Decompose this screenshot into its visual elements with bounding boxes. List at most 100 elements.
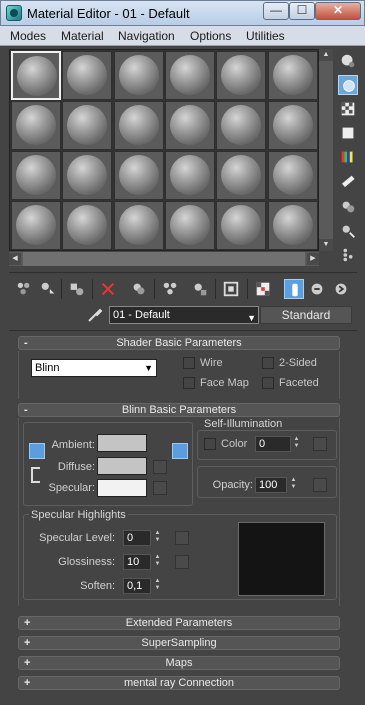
sample-slot[interactable] [11, 101, 61, 150]
rollout-shader-basic[interactable]: - Shader Basic Parameters [18, 336, 340, 350]
eyedropper-icon[interactable] [86, 306, 104, 324]
scroll-left-icon[interactable]: ◀ [9, 253, 21, 265]
rollout-collapsed[interactable]: + SuperSampling [18, 636, 340, 650]
rollout-blinn-basic[interactable]: - Blinn Basic Parameters [18, 403, 340, 417]
background-checker-icon[interactable] [338, 99, 358, 119]
put-to-scene-icon[interactable] [38, 279, 58, 299]
self-illum-color-label: Color [221, 438, 248, 450]
face-map-checkbox[interactable] [183, 377, 195, 389]
material-id-channel-icon[interactable] [221, 279, 241, 299]
specular-color-swatch[interactable] [97, 479, 147, 497]
backlight-icon[interactable] [338, 75, 358, 95]
sample-slot[interactable] [267, 101, 318, 150]
sample-slot[interactable] [267, 51, 318, 100]
diffuse-color-swatch[interactable] [97, 457, 147, 475]
reset-map-icon[interactable] [98, 279, 118, 299]
scroll-right-icon[interactable]: ▶ [307, 253, 319, 265]
scroll-up-icon[interactable]: ▲ [319, 49, 333, 61]
sample-slot[interactable] [216, 151, 267, 200]
scroll-thumb[interactable] [23, 252, 305, 266]
sample-slot[interactable] [113, 151, 164, 200]
specular-map-button[interactable] [153, 481, 167, 495]
app-icon[interactable] [6, 5, 22, 21]
self-illum-spinner-icon[interactable]: ▲ ▼ [292, 436, 301, 452]
sample-slot[interactable] [11, 51, 61, 100]
assign-to-selection-icon[interactable] [67, 279, 87, 299]
sample-slot[interactable] [267, 201, 318, 250]
make-unique-icon[interactable] [160, 279, 180, 299]
self-illum-color-checkbox[interactable] [204, 438, 216, 450]
specular-level-map-button[interactable] [175, 531, 189, 545]
two-sided-checkbox[interactable] [262, 357, 274, 369]
scroll-down-icon[interactable]: ▼ [319, 239, 333, 251]
faceted-checkbox[interactable] [262, 377, 274, 389]
shader-type-dropdown[interactable]: Blinn ▼ [31, 359, 157, 377]
make-preview-icon[interactable] [338, 171, 358, 191]
glossiness-input[interactable]: 10 [123, 554, 151, 570]
options-icon[interactable] [338, 197, 358, 217]
go-to-parent-icon[interactable] [307, 279, 327, 299]
rollout-collapsed[interactable]: + Maps [18, 656, 340, 670]
show-end-result-icon[interactable] [284, 279, 304, 299]
glossiness-spinner-icon[interactable]: ▲ ▼ [153, 554, 162, 570]
wire-checkbox[interactable] [183, 357, 195, 369]
glossiness-map-button[interactable] [175, 555, 189, 569]
maximize-button[interactable]: ☐ [289, 2, 315, 20]
close-button[interactable]: ✕ [315, 2, 361, 20]
make-copy-icon[interactable] [129, 279, 149, 299]
video-color-check-icon[interactable] [338, 147, 358, 167]
sample-slot[interactable] [216, 101, 267, 150]
sample-slot[interactable] [216, 51, 267, 100]
menu-modes[interactable]: Modes [10, 29, 46, 43]
soften-spinner-icon[interactable]: ▲ ▼ [153, 578, 162, 594]
sample-uv-tiling-icon[interactable] [338, 123, 358, 143]
diffuse-label: Diffuse: [57, 461, 95, 473]
sample-slot[interactable] [62, 101, 113, 150]
slots-vertical-scrollbar[interactable]: ▲ ▼ [319, 49, 333, 251]
rollout-collapsed[interactable]: + mental ray Connection [18, 676, 340, 690]
lock-ambient-diffuse-icon[interactable] [29, 443, 45, 459]
menu-utilities[interactable]: Utilities [246, 29, 285, 43]
self-illum-map-button[interactable] [313, 437, 327, 451]
specular-level-input[interactable]: 0 [123, 530, 151, 546]
chevron-down-icon[interactable]: ▼ [247, 310, 256, 326]
sample-slot[interactable] [164, 201, 215, 250]
material-type-button[interactable]: Standard [260, 306, 352, 324]
slots-horizontal-scrollbar[interactable]: ◀ ▶ [9, 252, 319, 266]
ambient-color-swatch[interactable] [97, 434, 147, 452]
opacity-spinner-icon[interactable]: ▲ ▼ [289, 477, 298, 493]
material-map-navigator-icon[interactable] [338, 245, 358, 265]
rollout-collapsed[interactable]: + Extended Parameters [18, 616, 340, 630]
sample-slot[interactable] [62, 51, 113, 100]
minimize-button[interactable]: — [263, 2, 289, 20]
sample-slot[interactable] [164, 51, 215, 100]
opacity-map-button[interactable] [313, 478, 327, 492]
sample-type-sphere-icon[interactable] [338, 51, 358, 71]
show-map-in-viewport-icon[interactable] [253, 279, 273, 299]
go-forward-to-sibling-icon[interactable] [331, 279, 351, 299]
opacity-input[interactable]: 100 [255, 477, 287, 493]
specular-level-spinner-icon[interactable]: ▲ ▼ [153, 530, 162, 546]
sample-slot[interactable] [164, 101, 215, 150]
sample-slot[interactable] [113, 201, 164, 250]
diffuse-map-button[interactable] [153, 460, 167, 474]
soften-input[interactable]: 0,1 [123, 578, 151, 594]
material-name-field[interactable]: 01 - Default ▼ [109, 306, 259, 324]
self-illum-value-input[interactable]: 0 [255, 436, 291, 452]
get-material-icon[interactable] [14, 279, 34, 299]
sample-slot[interactable] [164, 151, 215, 200]
sample-slot[interactable] [62, 151, 113, 200]
sample-slot[interactable] [216, 201, 267, 250]
menu-material[interactable]: Material [61, 29, 104, 43]
lock-diffuse-map-icon[interactable] [172, 443, 188, 459]
select-by-material-icon[interactable] [338, 221, 358, 241]
sample-slot[interactable] [113, 101, 164, 150]
sample-slot[interactable] [113, 51, 164, 100]
sample-slot[interactable] [11, 201, 61, 250]
sample-slot[interactable] [11, 151, 61, 200]
menu-navigation[interactable]: Navigation [118, 29, 175, 43]
menu-options[interactable]: Options [190, 29, 231, 43]
sample-slot[interactable] [267, 151, 318, 200]
sample-slot[interactable] [62, 201, 113, 250]
put-to-library-icon[interactable] [190, 279, 210, 299]
